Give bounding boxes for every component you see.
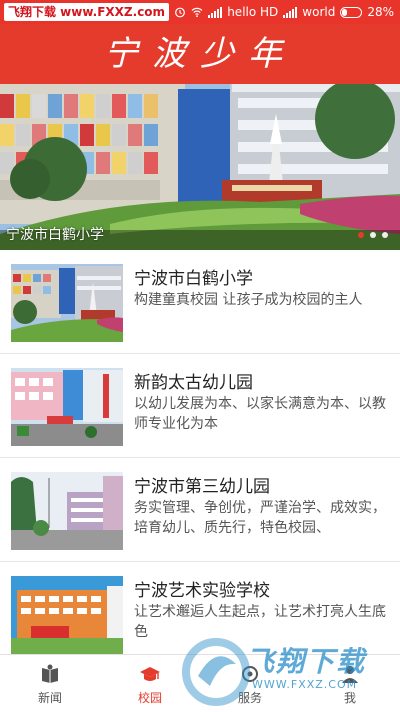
tab-label: 新闻 <box>37 691 62 705</box>
battery-icon <box>340 6 363 18</box>
signal-icon <box>208 6 223 18</box>
carrier-2: world <box>302 5 336 19</box>
school-thumbnail <box>11 576 123 654</box>
watermark-badge: 飞翔下载 www.FXXZ.com <box>4 3 170 21</box>
list-item[interactable]: 宁波市白鹤小学 构建童真校园 让孩子成为校园的主人 <box>0 250 400 354</box>
alarm-icon <box>175 7 186 18</box>
watermark-brand: 飞翔下载 <box>246 645 367 678</box>
school-description: 务实管理、争创优，严谨治学、成效实，培育幼儿、质先行，特色校园、 <box>134 500 386 536</box>
school-description: 以幼儿发展为本、以家长满意为本、以教师专业化为本 <box>134 396 386 432</box>
watermark-url: WWW.FXXZ.COM <box>252 678 358 691</box>
book-icon <box>42 664 58 683</box>
status-bar: 飞翔下载 www.FXXZ.com hello HD world 28% <box>0 0 400 24</box>
school-name: 宁波市白鹤小学 <box>134 269 253 289</box>
page-title: 宁波少年 <box>104 34 296 74</box>
carousel-indicator <box>358 232 388 238</box>
school-thumbnail <box>11 264 123 342</box>
school-name: 新韵太古幼儿园 <box>134 373 253 393</box>
wifi-icon <box>191 7 203 18</box>
banner-caption: 宁波市白鹤小学 <box>6 227 104 243</box>
school-description: 构建童真校园 让孩子成为校园的主人 <box>134 292 363 308</box>
school-name: 宁波艺术实验学校 <box>134 581 270 601</box>
list-item[interactable]: 宁波市第三幼儿园 务实管理、争创优，严谨治学、成效实，培育幼儿、质先行，特色校园… <box>0 458 400 562</box>
list-item[interactable]: 新韵太古幼儿园 以幼儿发展为本、以家长满意为本、以教师专业化为本 <box>0 354 400 458</box>
banner-carousel[interactable]: 宁波市白鹤小学 <box>0 84 400 250</box>
signal-icon-2 <box>283 6 298 18</box>
carousel-dot[interactable] <box>370 232 376 238</box>
school-thumbnail <box>11 368 123 446</box>
school-name: 宁波市第三幼儿园 <box>134 477 270 497</box>
carousel-dot[interactable] <box>358 232 364 238</box>
school-thumbnail <box>11 472 123 550</box>
status-icons: hello HD world 28% <box>174 0 394 24</box>
app-header: 宁波少年 <box>0 24 400 84</box>
carrier-1: hello HD <box>227 5 279 19</box>
graduation-cap-icon <box>140 667 160 681</box>
tab-news[interactable]: 新闻 <box>0 655 100 712</box>
carousel-dot[interactable] <box>382 232 388 238</box>
battery-percent: 28% <box>367 5 394 19</box>
